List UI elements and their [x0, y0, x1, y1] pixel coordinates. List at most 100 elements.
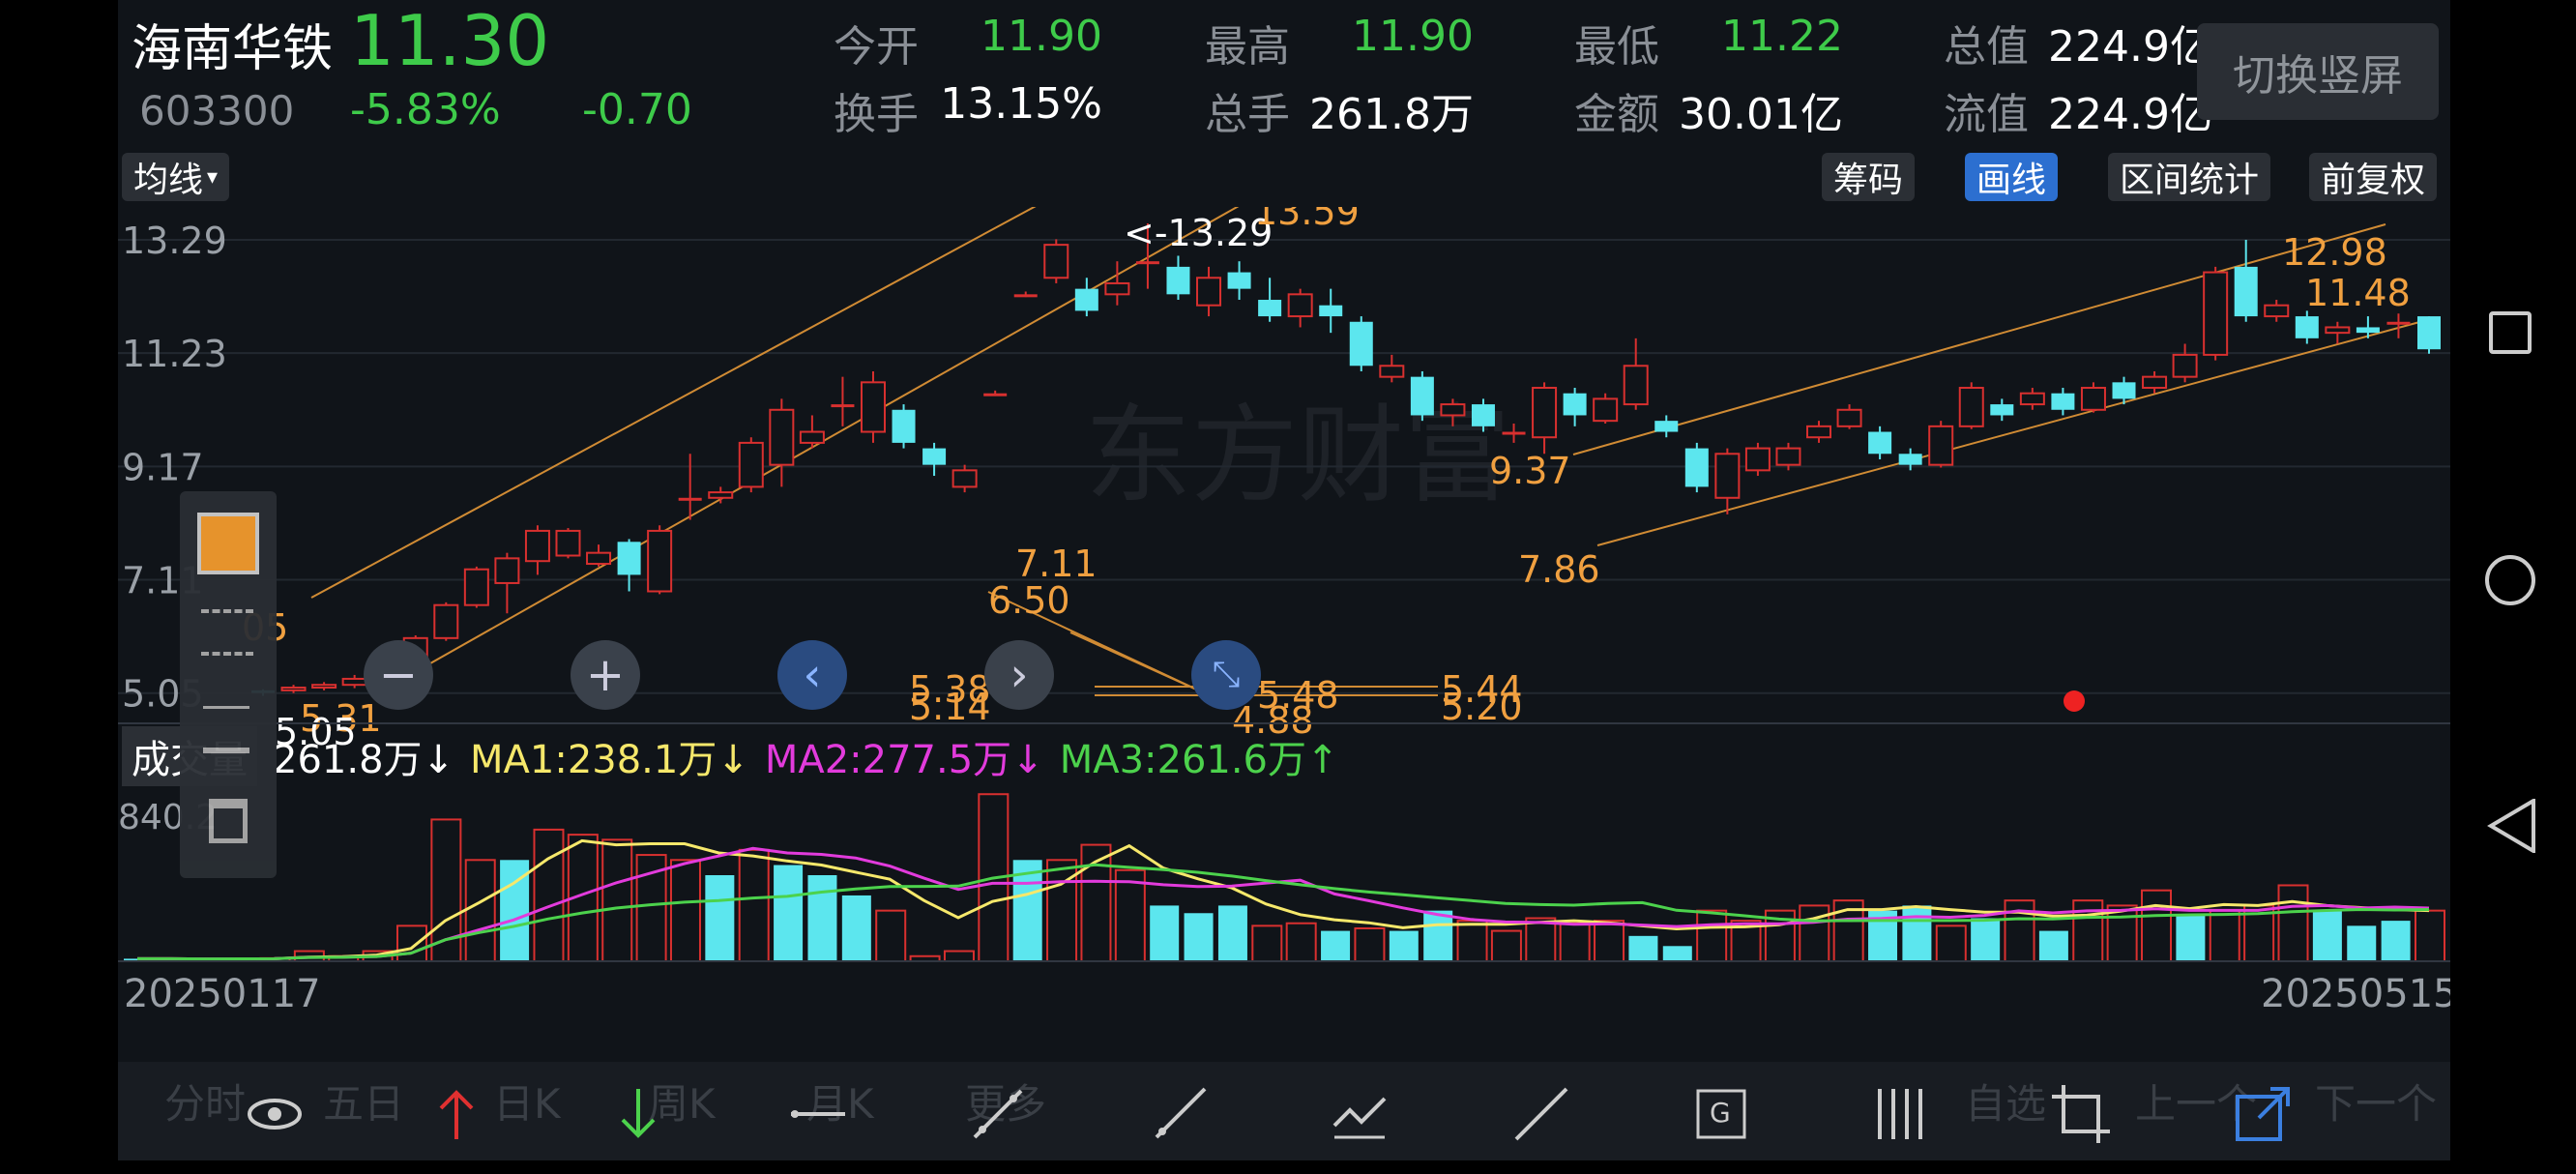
line-width-icon[interactable] [203, 706, 249, 753]
crop-icon[interactable] [2050, 1083, 2112, 1145]
change-percent: -5.83% [350, 85, 501, 134]
ray-line-icon[interactable] [1149, 1083, 1211, 1145]
period-tab[interactable]: 分时 [164, 1071, 246, 1130]
candle-body [617, 542, 641, 575]
arrow-down-icon[interactable] [607, 1083, 669, 1145]
switch-portrait-button[interactable]: 切换竖屏 [2197, 23, 2439, 120]
start-date: 20250117 [124, 972, 321, 1016]
volume-bar [1046, 859, 1078, 962]
candle-body [1043, 244, 1069, 279]
ma-dropdown[interactable]: 均线 ▾ [122, 153, 230, 201]
adjust-button[interactable]: 前复权 [2309, 153, 2438, 201]
candle-body [463, 568, 489, 606]
vertical-lines-icon[interactable] [1870, 1083, 1932, 1145]
candle-body [2295, 316, 2319, 338]
price-axis-label: 11.23 [122, 333, 227, 375]
candlestick-chart[interactable]: 东方财富 13.2911.239.177.115.05 <-13.2913.59… [118, 207, 2450, 1174]
candle-body [1714, 453, 1741, 499]
end-date: 20250515 [2261, 972, 2458, 1016]
candle-body [860, 381, 886, 433]
volume-bar [533, 828, 565, 962]
back-icon[interactable] [2487, 799, 2537, 853]
candle-body [922, 448, 947, 465]
parallel-lines-icon[interactable] [1329, 1083, 1390, 1145]
volume-bar [2277, 884, 2309, 962]
price-annotation: 13.59 [1254, 207, 1360, 233]
candle-body [1654, 421, 1679, 432]
draw-line-button[interactable]: 画线 [1965, 153, 2059, 201]
period-tab[interactable]: 日K [493, 1071, 561, 1130]
segment-icon[interactable] [967, 1083, 1029, 1145]
candle-body [892, 409, 916, 443]
volume-bar [1251, 925, 1283, 962]
candle-body [1928, 425, 1954, 466]
ma-dropdown-label: 均线 [133, 161, 204, 200]
volume-bar [2312, 910, 2342, 961]
quote-field-value: 224.9亿 [2048, 90, 2212, 139]
minus-button[interactable]: − [364, 640, 433, 710]
share-icon[interactable] [2232, 1083, 2294, 1145]
extended-line-icon[interactable] [1510, 1083, 1572, 1145]
price-annotation: <-13.29 [1124, 212, 1273, 254]
volume-bar [2381, 921, 2411, 961]
volume-bar [2038, 930, 2068, 961]
period-tab[interactable]: 五日 [323, 1071, 404, 1130]
candle-body [1135, 261, 1159, 265]
volume-bar [464, 859, 496, 962]
volume-bar [1423, 910, 1453, 961]
candle-body [341, 677, 367, 687]
candle-body [433, 603, 459, 639]
interval-stats-button[interactable]: 区间统计 [2108, 153, 2271, 201]
candle-body [1563, 393, 1587, 416]
quote-field-value: 11.90 [981, 12, 1102, 61]
price-annotation: 5.14 [909, 686, 991, 728]
candle-body [738, 441, 764, 488]
chart-toolbar: 均线 ▾ 筹码 画线 区间统计 前复权 [118, 145, 2450, 207]
candle-body [2386, 321, 2411, 325]
eye-icon[interactable] [244, 1083, 306, 1145]
volume-bar [395, 925, 427, 962]
chips-button[interactable]: 筹码 [1822, 153, 1916, 201]
zoom-in-button[interactable]: + [571, 640, 640, 710]
candle-body [1532, 387, 1558, 439]
home-icon[interactable] [2485, 555, 2535, 605]
arrow-up-icon[interactable] [425, 1083, 487, 1145]
volume-bar [2141, 889, 2173, 962]
bottom-right-tab[interactable]: 自选 [1965, 1071, 2046, 1130]
quote-field-value: 11.22 [1721, 12, 1843, 61]
candle-body [1319, 305, 1343, 317]
volume-bar [705, 875, 735, 961]
scroll-right-button[interactable]: › [984, 640, 1054, 710]
scroll-left-button[interactable]: ‹ [777, 640, 847, 710]
candle-body [983, 393, 1008, 396]
drawing-side-tools [180, 491, 277, 878]
candle-body [524, 529, 550, 563]
candle-body [494, 557, 520, 584]
volume-bar [1456, 920, 1488, 962]
horizontal-line-icon[interactable] [787, 1083, 849, 1145]
volume-bar [601, 838, 633, 962]
chevron-left-icon: ‹ [803, 648, 822, 702]
price-annotation: 12.98 [2282, 231, 2387, 274]
trash-icon[interactable] [209, 799, 248, 843]
candle-body [2142, 375, 2168, 390]
candle-body [708, 491, 734, 499]
volume-bar [1285, 922, 1317, 962]
gann-icon[interactable]: G [1690, 1083, 1752, 1145]
candle-body [799, 430, 825, 444]
price-annotation: 7.86 [1518, 548, 1600, 591]
candle-body [2051, 393, 2075, 410]
volume-bar [875, 909, 907, 962]
candle-body [1836, 408, 1862, 427]
bottom-right-tab[interactable]: 下一个 [2315, 1071, 2437, 1130]
stock-code: 603300 [139, 87, 295, 134]
line-style-icon[interactable] [201, 609, 253, 656]
collapse-button[interactable]: ⤡ [1191, 640, 1261, 710]
candle-body [1593, 397, 1619, 423]
candle-body [586, 551, 612, 566]
recent-apps-icon[interactable] [2489, 311, 2532, 354]
price-annotation: 6.50 [988, 579, 1070, 622]
volume-bar [1150, 905, 1180, 961]
candle-body [1349, 321, 1373, 367]
color-swatch-button[interactable] [197, 513, 259, 574]
